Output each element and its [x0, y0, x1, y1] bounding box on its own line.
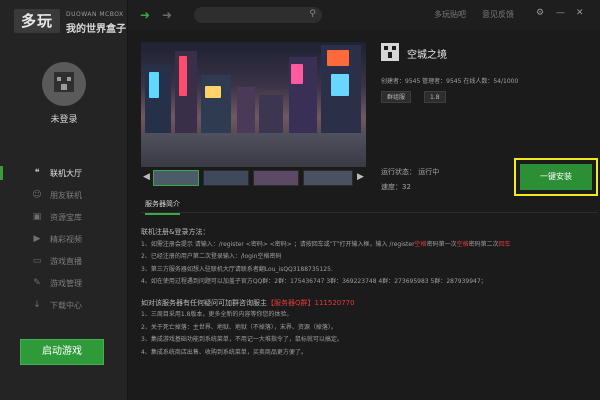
creeper-face-icon — [54, 72, 74, 92]
sidebar-nav: ❝ 联机大厅 ☺ 朋友联机 ▣ 资源宝库 ▶ 精彩视频 ▭ 游戏直播 ✎ 游戏管… — [0, 162, 128, 316]
sidebar-item-label: 联机大厅 — [50, 168, 82, 178]
video-icon: ▶ — [33, 234, 41, 244]
desc-line: 1、三周目采用1.8版本，更多全新的内容等你您的体验。 — [141, 311, 293, 318]
sidebar-item-label: 游戏管理 — [50, 278, 82, 288]
login-status[interactable]: 未登录 — [0, 112, 128, 125]
thumbnail[interactable] — [253, 170, 299, 186]
server-tag: 1.8 — [424, 91, 446, 103]
chat-icon: ❝ — [34, 168, 40, 178]
qq-group[interactable]: 【服务器Q群】111520770 — [267, 299, 355, 307]
live-icon: ▭ — [32, 256, 42, 266]
prev-arrow-icon[interactable]: ◀ — [143, 172, 150, 182]
main-content: ◀ ▶ 空城之境 创建者：9545 管理者：9545 在线人数：54/1000 … — [128, 30, 600, 400]
desc-line: 4、集成系统商店出售、收购到系统菜单，买卖商品更方便了。 — [141, 348, 307, 356]
manage-icon: ✎ — [33, 278, 41, 288]
close-icon[interactable]: ✕ — [576, 8, 584, 18]
friends-icon: ☺ — [32, 190, 42, 200]
sidebar-item-label: 游戏直播 — [50, 256, 82, 266]
sidebar-item-label: 下载中心 — [50, 300, 82, 310]
top-bar: ➜ ➜ ⚲ 多玩贴吧 意见反馈 ⚙ — ✕ — [128, 0, 600, 30]
server-tag: 群组服 — [381, 91, 412, 103]
sidebar-item-label: 精彩视频 — [50, 234, 82, 244]
desc-contact: 如对该服务器有任何疑问可加群咨询服主【服务器Q群】111520770 — [141, 298, 355, 307]
desc-line: 3、集成游戏基础功能到系统菜单，不用记一大堆指令了，鼠标就可以搞定。 — [141, 336, 343, 343]
feedback-link[interactable]: 意见反馈 — [482, 9, 514, 20]
sidebar-item-friends[interactable]: ☺ 朋友联机 — [0, 184, 128, 206]
screenshot-thumbnails: ◀ ▶ — [141, 170, 366, 186]
duowan-logo: 多玩 — [14, 9, 60, 33]
sidebar: 多玩 DUOWAN MCBOX 我的世界盒子 未登录 ❝ 联机大厅 ☺ 朋友联机… — [0, 0, 128, 400]
forward-arrow-icon[interactable]: ➜ — [162, 8, 172, 22]
search-input[interactable]: ⚲ — [194, 7, 322, 23]
search-icon[interactable]: ⚲ — [309, 9, 316, 19]
thumbnail[interactable] — [203, 170, 249, 186]
gear-icon[interactable]: ⚙ — [536, 8, 544, 18]
server-icon — [381, 43, 399, 61]
desc-heading: 联机注册&登录方法： — [141, 228, 210, 236]
sidebar-item-lobby[interactable]: ❝ 联机大厅 — [0, 162, 128, 184]
speed: 速度：32 — [381, 183, 411, 191]
tab-bar: 服务器简介 — [141, 197, 598, 215]
back-arrow-icon[interactable]: ➜ — [140, 8, 150, 22]
server-name: 空城之境 — [407, 50, 447, 61]
desc-line: 2、已经注册的用户第二次登录输入：/login空格密码 — [141, 253, 282, 260]
brand-tagline-en: DUOWAN MCBOX — [66, 11, 124, 18]
desc-line: 1、如需注册会提示 请输入：/register <密码> <密码> ；请按回车或… — [141, 240, 511, 248]
thumbnail[interactable] — [303, 170, 353, 186]
brand-tagline-cn: 我的世界盒子 — [66, 24, 126, 35]
sidebar-item-live[interactable]: ▭ 游戏直播 — [0, 250, 128, 272]
sidebar-item-download[interactable]: ↓ 下载中心 — [0, 294, 128, 316]
brand-logo[interactable]: 多玩 DUOWAN MCBOX 我的世界盒子 — [14, 9, 128, 35]
sidebar-item-label: 资源宝库 — [50, 212, 82, 222]
start-game-button[interactable]: 启动游戏 — [20, 339, 104, 365]
thumbnail[interactable] — [153, 170, 199, 186]
sidebar-item-resources[interactable]: ▣ 资源宝库 — [0, 206, 128, 228]
download-icon: ↓ — [33, 300, 41, 310]
desc-line: 2、关于死亡掉落：主世界、地狱、地狱（不掉落），末界、资源（掉落）。 — [141, 323, 337, 331]
server-meta: 创建者：9545 管理者：9545 在线人数：54/1000 — [381, 78, 519, 85]
minimize-icon[interactable]: — — [556, 8, 565, 18]
avatar[interactable] — [42, 62, 86, 106]
treasure-icon: ▣ — [32, 212, 42, 222]
sidebar-item-manage[interactable]: ✎ 游戏管理 — [0, 272, 128, 294]
sidebar-item-videos[interactable]: ▶ 精彩视频 — [0, 228, 128, 250]
next-arrow-icon[interactable]: ▶ — [357, 172, 364, 182]
desc-line: 4、如在使用过程遇到问题可以加盖子官方QQ群：2群：175436747 3群：3… — [141, 278, 487, 285]
sidebar-item-label: 朋友联机 — [50, 190, 82, 200]
one-click-install-button[interactable]: 一键安装 — [520, 164, 592, 190]
forum-link[interactable]: 多玩贴吧 — [434, 9, 466, 20]
server-description: 联机注册&登录方法： 1、如需注册会提示 请输入：/register <密码> … — [141, 226, 598, 359]
run-status: 运行状态： 运行中 — [381, 168, 440, 176]
tab-server-intro[interactable]: 服务器简介 — [145, 199, 180, 215]
desc-line: 3、第三方服务器如想入驻联机大厅请联系者翻Lou_isQQ3188735125. — [141, 265, 333, 273]
server-hero-image[interactable] — [141, 42, 366, 167]
